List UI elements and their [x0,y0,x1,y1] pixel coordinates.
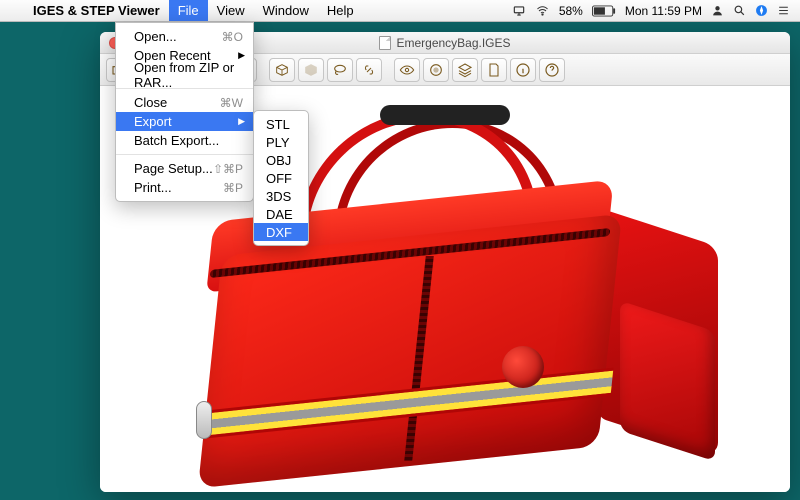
menu-item-page-setup[interactable]: Page Setup...⇧⌘P [116,159,253,178]
safari-status-icon[interactable] [755,4,768,17]
menu-file[interactable]: File [169,0,208,21]
menu-view[interactable]: View [208,0,254,21]
spotlight-icon[interactable] [733,4,746,17]
cube-filled-icon[interactable] [298,58,324,82]
menu-item-open[interactable]: Open...⌘O [116,27,253,46]
help-icon[interactable] [539,58,565,82]
export-option-ply[interactable]: PLY [254,133,308,151]
color-circle-icon[interactable] [423,58,449,82]
battery-percent: 58% [559,4,583,18]
menu-item-print[interactable]: Print...⌘P [116,178,253,197]
eye-icon[interactable] [394,58,420,82]
document-icon [379,36,391,50]
menu-item-open-zip-rar[interactable]: Open from ZIP or RAR... [116,65,253,84]
export-option-obj[interactable]: OBJ [254,151,308,169]
info-icon[interactable] [510,58,536,82]
fast-user-switch-icon[interactable] [512,4,526,18]
submenu-arrow-icon: ▶ [238,116,245,127]
export-option-3ds[interactable]: 3DS [254,187,308,205]
file-menu-dropdown: Open...⌘O Open Recent▶ Open from ZIP or … [115,22,254,202]
menu-item-export[interactable]: Export▶ [116,112,253,131]
cube-outline-icon[interactable] [269,58,295,82]
export-option-stl[interactable]: STL [254,115,308,133]
menu-separator [116,154,253,155]
wifi-icon[interactable] [535,5,550,17]
menubar-status: 58% Mon 11:59 PM [512,4,800,18]
battery-icon[interactable] [592,5,616,17]
app-name[interactable]: IGES & STEP Viewer [24,3,169,18]
menubar-clock[interactable]: Mon 11:59 PM [625,4,702,18]
menu-item-close[interactable]: Close⌘W [116,93,253,112]
page-icon[interactable] [481,58,507,82]
user-icon[interactable] [711,4,724,17]
submenu-arrow-icon: ▶ [238,50,245,61]
menu-window[interactable]: Window [254,0,318,21]
menu-item-batch-export[interactable]: Batch Export... [116,131,253,150]
export-submenu: STL PLY OBJ OFF 3DS DAE DXF [253,110,309,246]
layers-icon[interactable] [452,58,478,82]
export-option-dae[interactable]: DAE [254,205,308,223]
export-option-dxf[interactable]: DXF [254,223,308,241]
notification-center-icon[interactable] [777,4,790,17]
link-icon[interactable] [356,58,382,82]
macos-menubar: IGES & STEP Viewer File View Window Help… [0,0,800,22]
lasso-icon[interactable] [327,58,353,82]
menu-help[interactable]: Help [318,0,363,21]
export-option-off[interactable]: OFF [254,169,308,187]
